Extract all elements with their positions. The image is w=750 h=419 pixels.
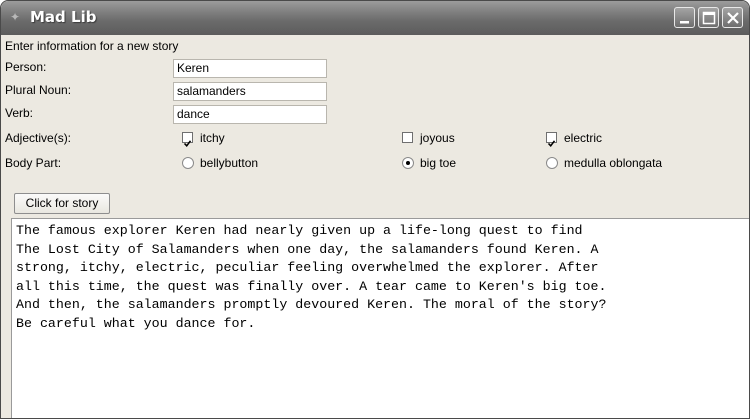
bellybutton-radio[interactable] [182,157,194,169]
big-toe-option-label[interactable]: big toe [420,156,456,170]
form-heading: Enter information for a new story [5,39,179,53]
electric-option-label[interactable]: electric [564,131,602,145]
adjectives-label: Adjective(s): [5,131,72,145]
maximize-icon [702,11,716,25]
app-icon[interactable]: ✦ [10,10,26,25]
checkbox-check-icon [183,140,192,148]
itchy-checkbox[interactable] [182,132,193,148]
electric-checkbox[interactable] [546,132,557,148]
close-icon [727,12,739,24]
story-line: Be careful what you dance for. [16,315,256,331]
madlib-window: ✦ Mad Lib Enter information for a new st… [0,0,750,419]
joyous-checkbox[interactable] [402,132,413,143]
big-toe-radio[interactable] [402,157,414,169]
person-label: Person: [5,60,47,74]
plural-noun-field[interactable]: salamanders [173,82,327,101]
story-line: all this time, the quest was finally ove… [16,278,607,294]
bellybutton-option-label[interactable]: bellybutton [200,156,258,170]
radio-dot-icon [406,161,410,165]
medulla-oblongata-option-label[interactable]: medulla oblongata [564,156,662,170]
checkbox-check-icon [547,140,556,148]
story-line: strong, itchy, electric, peculiar feelin… [16,260,599,276]
close-button[interactable] [722,7,743,28]
maximize-button[interactable] [698,7,719,28]
itchy-option-label[interactable]: itchy [200,131,225,145]
minimize-button[interactable] [674,7,695,28]
body-part-label: Body Part: [5,156,62,170]
story-line: The Lost City of Salamanders when one da… [16,241,599,257]
person-field[interactable]: Keren [173,59,327,78]
click-for-story-button[interactable]: Click for story [14,193,110,214]
medulla-oblongata-radio[interactable] [546,157,558,169]
verb-field[interactable]: dance [173,105,327,124]
story-line: And then, the salamanders promptly devou… [16,297,607,313]
plural-noun-label: Plural Noun: [5,83,72,97]
story-text-area[interactable]: The famous explorer Keren had nearly giv… [11,218,749,418]
minimize-icon [680,21,689,24]
story-line: The famous explorer Keren had nearly giv… [16,223,583,238]
title-bar[interactable]: ✦ Mad Lib [1,1,749,35]
window-title: Mad Lib [30,8,97,26]
verb-label: Verb: [5,106,34,120]
joyous-option-label[interactable]: joyous [420,131,455,145]
